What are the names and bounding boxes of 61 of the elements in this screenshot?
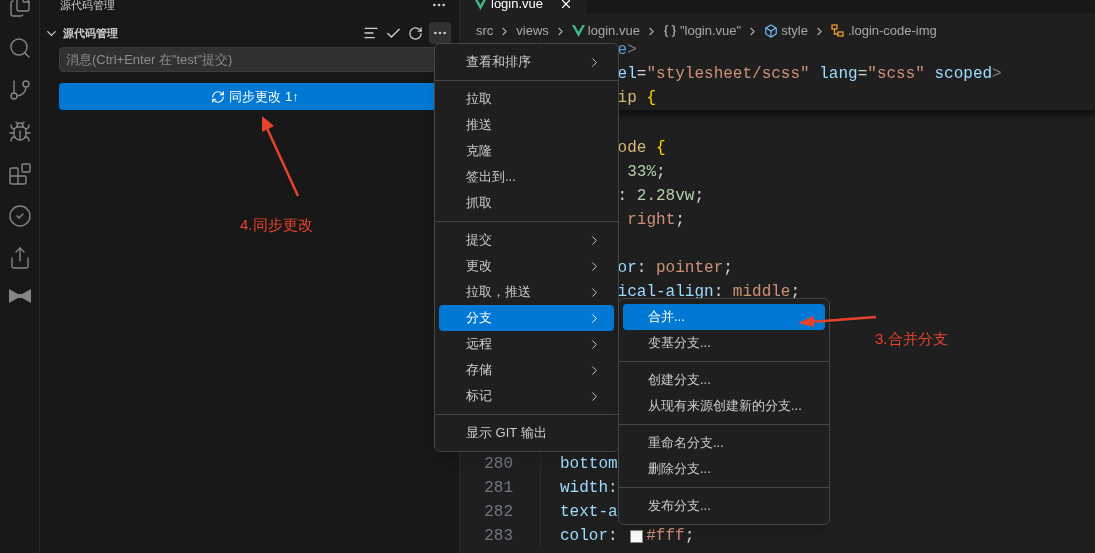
breadcrumb-item[interactable]: .login-code-img (830, 21, 937, 41)
menu-item[interactable]: 从现有来源创建新的分支... (623, 393, 825, 419)
menu-item[interactable]: 标记 (439, 383, 614, 409)
section-title: 源代码管理 (63, 25, 118, 41)
code-line: width: (560, 478, 618, 499)
braces-icon (662, 24, 677, 38)
breadcrumb-item[interactable]: views (516, 21, 549, 41)
code-line: ode { (617, 138, 666, 159)
more-button[interactable] (429, 22, 451, 44)
menu-item[interactable]: 分支 (439, 305, 614, 331)
menu-item[interactable]: 更改 (439, 253, 614, 279)
search-icon[interactable] (7, 36, 32, 60)
code-line: text-a (560, 502, 618, 523)
code-line: : 2.28vw; (617, 186, 705, 207)
sync-icon (211, 89, 226, 104)
code-line: ip { (617, 88, 657, 109)
check-circle-icon[interactable] (7, 204, 32, 228)
menu-item[interactable]: 提交 (439, 227, 614, 253)
menu-item[interactable]: 存储 (439, 357, 614, 383)
sidebar-title: 源代码管理 (60, 0, 115, 13)
blocks-icon[interactable] (7, 162, 32, 186)
menu-item[interactable]: 远程 (439, 331, 614, 357)
selector-icon (830, 24, 845, 38)
annotation-text: 3.合并分支 (875, 329, 948, 349)
menu-item[interactable]: 显示 GIT 输出 (439, 420, 614, 446)
line-number: 280 (484, 455, 513, 473)
list-icon[interactable] (363, 25, 379, 41)
menu-item[interactable]: 重命名分支... (623, 430, 825, 456)
bug-icon[interactable] (7, 120, 32, 144)
menu-item[interactable]: 发布分支... (623, 493, 825, 519)
annotation-text: 4.同步更改 (240, 215, 313, 235)
refresh-icon[interactable] (408, 25, 423, 41)
menu-item[interactable]: 拉取，推送 (439, 279, 614, 305)
menu-item[interactable]: 合并... (623, 304, 825, 330)
breadcrumb-item[interactable]: style (764, 21, 808, 41)
code-line: color: #fff; (560, 526, 695, 547)
line-number: 281 (484, 479, 513, 497)
menu-item[interactable]: 变基分支... (623, 330, 825, 356)
breadcrumb-item[interactable]: src (476, 21, 494, 41)
vue-icon (571, 25, 585, 37)
menu-item[interactable]: 抓取 (439, 190, 614, 216)
breadcrumb-item[interactable]: login.vue (571, 21, 640, 41)
cube-icon (764, 24, 779, 38)
files-icon[interactable] (7, 0, 32, 18)
vue-icon (474, 0, 487, 10)
menu-item[interactable]: 创建分支... (623, 367, 825, 393)
code-line: bottom (560, 454, 618, 475)
branch-icon[interactable] (7, 78, 32, 102)
code-line: or: pointer; (617, 258, 733, 279)
breadcrumb-item[interactable]: "login.vue" (662, 21, 742, 41)
code-line: 33%; (627, 162, 666, 183)
line-number: 282 (484, 503, 513, 521)
code-line: el="stylesheet/scss" lang="scss" scoped> (617, 64, 1002, 85)
code-line: right; (627, 210, 685, 231)
menu-item[interactable]: 签出到... (439, 164, 614, 190)
line-number: 283 (484, 527, 513, 545)
menu-item[interactable]: 删除分支... (623, 456, 825, 482)
menu-item[interactable]: 推送 (439, 112, 614, 138)
bowtie-icon[interactable] (7, 288, 32, 304)
code-line: e> (617, 40, 637, 61)
menu-item[interactable]: 克隆 (439, 138, 614, 164)
